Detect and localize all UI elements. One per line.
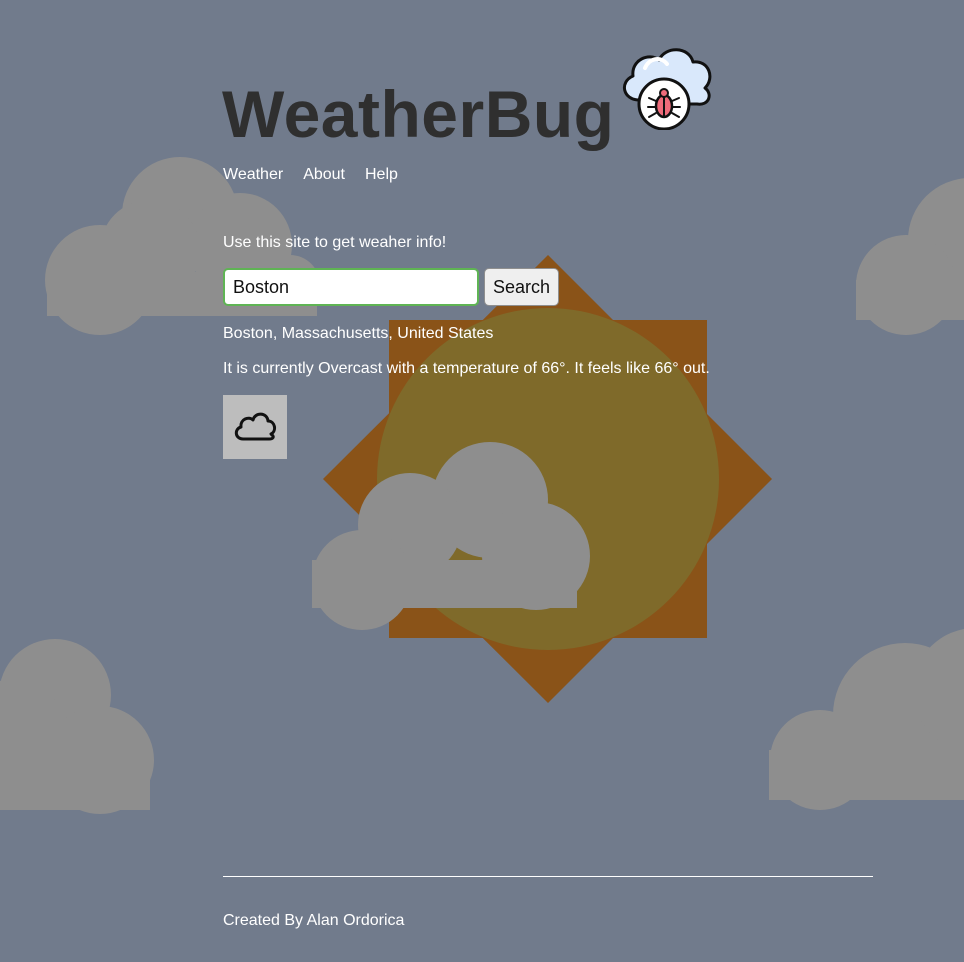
bottom-left-cloud-icon [0,639,154,814]
weatherbug-page: WeatherBug Weather About Help Use this s… [0,0,964,962]
weather-icon-container [223,395,287,459]
nav-link-weather[interactable]: Weather [223,166,283,184]
nav-link-about[interactable]: About [303,166,345,184]
nav-link-help[interactable]: Help [365,166,398,184]
conditions-text: It is currently Overcast with a temperat… [223,360,710,377]
main-nav: Weather About Help [223,166,398,184]
cloud-bug-icon [623,48,712,130]
site-title: WeatherBug [222,77,615,151]
footer-credit: Created By Alan Ordorica [223,912,405,929]
search-input[interactable] [223,268,479,306]
bottom-right-cloud-icon [769,628,964,810]
footer-divider [223,876,873,877]
search-button[interactable]: Search [484,268,560,306]
intro-text: Use this site to get weaher info! [223,234,447,251]
overcast-cloud-icon [234,412,277,441]
search-form: Search [223,268,560,306]
location-text: Boston, Massachusetts, United States [223,325,494,342]
top-right-cloud-icon [856,178,964,335]
